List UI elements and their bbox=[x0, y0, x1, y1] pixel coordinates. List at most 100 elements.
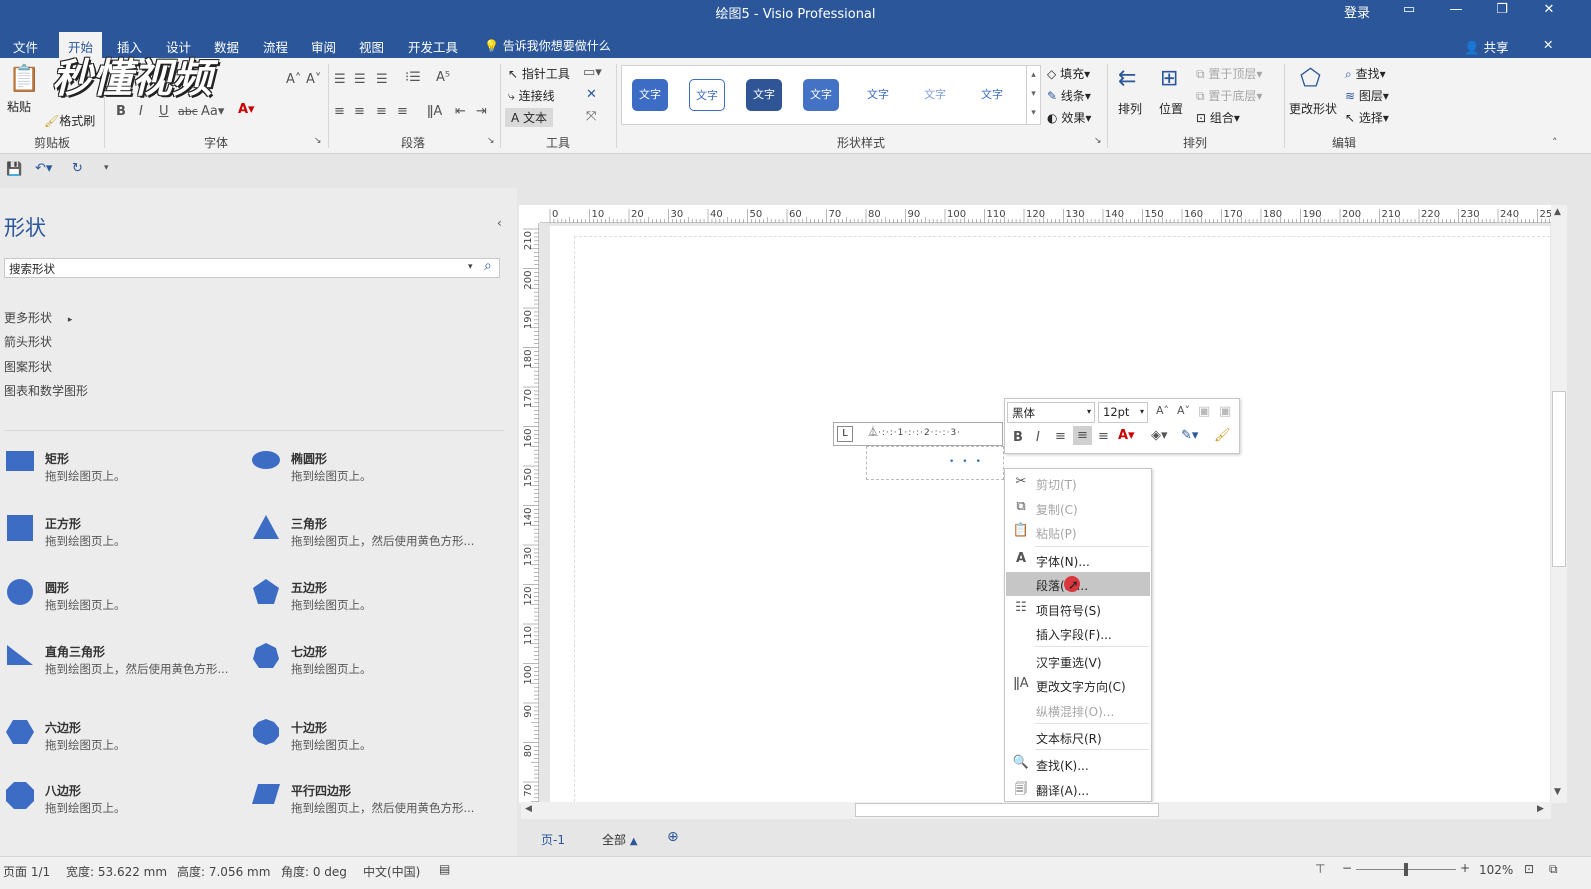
menu-item-bullets[interactable]: ☷ 项目符号(S) bbox=[1006, 597, 1150, 621]
scroll-right-icon[interactable]: ▶ bbox=[1537, 804, 1544, 814]
horizontal-scrollbar[interactable]: ◀ ▶ bbox=[521, 802, 1551, 819]
text-direction-icon[interactable]: ǁA bbox=[427, 104, 442, 119]
italic-icon[interactable]: I bbox=[139, 104, 143, 119]
font-color-icon[interactable]: A▾ bbox=[1118, 428, 1135, 443]
style-swatch-7[interactable]: 文字 bbox=[974, 79, 1010, 111]
collapse-panel-icon[interactable]: ‹ bbox=[497, 216, 502, 230]
strikethrough-icon[interactable]: abc bbox=[178, 105, 198, 118]
format-icon-2[interactable]: ▣ bbox=[1219, 404, 1231, 419]
text-grow-icon[interactable]: A⁵ bbox=[436, 70, 450, 85]
zoom-slider-thumb[interactable] bbox=[1404, 863, 1408, 876]
grow-font-icon[interactable]: A˄ bbox=[1156, 404, 1169, 417]
menu-item-find[interactable]: 🔍 查找(K)... bbox=[1006, 752, 1150, 776]
add-page-icon[interactable]: ⊕ bbox=[667, 829, 679, 845]
font-select[interactable]: 黑体 ▾ bbox=[1007, 402, 1095, 423]
menu-item-cut[interactable]: ✂ 剪切(T) bbox=[1006, 471, 1150, 495]
shape-item-right-triangle[interactable]: 直角三角形 拖到绘图页上，然后使用黄色方形... bbox=[4, 643, 244, 691]
pointer-tool-button[interactable]: ↖ 指针工具 bbox=[508, 65, 570, 82]
shape-item-parallelogram[interactable]: 平行四边形 拖到绘图页上，然后使用黄色方形... bbox=[250, 782, 490, 830]
justify-icon[interactable]: ≡ bbox=[397, 104, 408, 119]
customize-qat-icon[interactable]: ▾ bbox=[104, 163, 109, 173]
shape-item-rectangle[interactable]: 矩形 拖到绘图页上。 bbox=[4, 450, 244, 498]
fit-page-icon[interactable]: ⊡ bbox=[1524, 862, 1534, 876]
format-icon[interactable]: ▣ bbox=[1198, 404, 1210, 419]
shape-item-triangle[interactable]: 三角形 拖到绘图页上，然后使用黄色方形... bbox=[250, 515, 490, 563]
restore-icon[interactable]: ❐ bbox=[1487, 2, 1517, 17]
position-icon[interactable]: ⊞ bbox=[1160, 66, 1178, 91]
shape-styles-launcher-icon[interactable]: ↘ bbox=[1094, 136, 1102, 146]
scroll-up-icon[interactable]: ▲ bbox=[1554, 207, 1561, 217]
shrink-font-icon[interactable]: A˅ bbox=[306, 72, 321, 87]
shape-item-circle[interactable]: 圆形 拖到绘图页上。 bbox=[4, 579, 244, 627]
collapse-ribbon-icon[interactable]: ˄ bbox=[1552, 136, 1558, 149]
vertical-scrollbar[interactable]: ▲ ▼ bbox=[1551, 205, 1567, 803]
login-link[interactable]: 登录 bbox=[1342, 2, 1372, 21]
close-icon[interactable]: ✕ bbox=[1534, 2, 1564, 17]
style-swatch-5[interactable]: 文字 bbox=[860, 79, 896, 111]
status-language[interactable]: 中文(中国) bbox=[363, 863, 420, 880]
minimize-icon[interactable]: — bbox=[1441, 2, 1471, 17]
tab-stop-selector-icon[interactable]: L bbox=[837, 426, 853, 442]
selection-handles[interactable]: ••• bbox=[949, 457, 989, 467]
shape-item-ellipse[interactable]: 椭圆形 拖到绘图页上。 bbox=[250, 450, 490, 498]
search-shapes-input[interactable]: 搜索形状 bbox=[4, 258, 500, 278]
effect-button[interactable]: ◐ 效果▾ bbox=[1047, 109, 1091, 126]
shape-item-hexagon[interactable]: 六边形 拖到绘图页上。 bbox=[4, 719, 244, 767]
align-left-icon[interactable]: ≡ bbox=[1055, 429, 1066, 444]
menu-item-text-ruler[interactable]: 文本标尺(R) bbox=[1006, 725, 1150, 749]
align-bottom-icon[interactable]: ☰ bbox=[376, 72, 388, 87]
shrink-font-icon[interactable]: A˅ bbox=[1177, 404, 1190, 417]
shape-item-heptagon[interactable]: 七边形 拖到绘图页上。 bbox=[250, 643, 490, 691]
format-painter-icon[interactable]: 🖌 bbox=[1214, 428, 1231, 443]
fill-color-icon[interactable]: ◈▾ bbox=[1151, 428, 1168, 443]
menu-item-reconversion[interactable]: 汉字重选(V) bbox=[1006, 649, 1150, 673]
menu-item-paragraph[interactable]: 段落(P)... ➚ bbox=[1006, 572, 1150, 596]
shape-item-pentagon[interactable]: 五边形 拖到绘图页上。 bbox=[250, 579, 490, 627]
tab-developer[interactable]: 开发工具 bbox=[399, 34, 467, 58]
send-back-button[interactable]: ⧉ 置于底层▾ bbox=[1196, 87, 1262, 104]
shape-item-octagon[interactable]: 八边形 拖到绘图页上。 bbox=[4, 782, 244, 830]
shape-item-decagon[interactable]: 十边形 拖到绘图页上。 bbox=[250, 719, 490, 767]
menu-item-font[interactable]: A 字体(N)... bbox=[1006, 548, 1150, 572]
rectangle-tool-icon[interactable]: ▭▾ bbox=[583, 65, 602, 80]
more-shapes-item[interactable]: 更多形状 ▸ bbox=[4, 309, 72, 326]
underline-icon[interactable]: U bbox=[159, 104, 169, 119]
tab-review[interactable]: 审阅 bbox=[302, 34, 345, 58]
menu-item-insert-field[interactable]: 插入字段(F)... bbox=[1006, 621, 1150, 645]
connector-button[interactable]: ⤷ 连接线 bbox=[508, 87, 555, 104]
increase-indent-icon[interactable]: ⇥ bbox=[476, 104, 487, 119]
zoom-in-icon[interactable]: + bbox=[1460, 861, 1470, 875]
paste-button[interactable]: 粘贴 bbox=[7, 98, 31, 115]
text-tool-button[interactable]: A 文本 bbox=[505, 108, 554, 127]
scroll-left-icon[interactable]: ◀ bbox=[525, 804, 532, 814]
status-page[interactable]: 页面 1/1 bbox=[3, 863, 50, 880]
arrange-icon[interactable]: ⇇ bbox=[1118, 66, 1136, 91]
zoom-out-icon[interactable]: − bbox=[1342, 861, 1352, 875]
style-swatch-1[interactable]: 文字 bbox=[632, 79, 668, 111]
text-ruler[interactable]: L ⏅ ·:·:·1·:·:·2·:·:·3· bbox=[833, 422, 1003, 446]
close-tool-icon[interactable]: ✕ bbox=[586, 87, 597, 102]
search-icon[interactable]: ⌕ bbox=[484, 258, 492, 274]
line-button[interactable]: ✎ 线条▾ bbox=[1047, 87, 1091, 104]
select-button[interactable]: ↖ 选择▾ bbox=[1345, 109, 1389, 126]
menu-item-translate[interactable]: 🗐 翻译(A)... bbox=[1006, 777, 1150, 801]
tab-process[interactable]: 流程 bbox=[254, 34, 297, 58]
scroll-down-icon[interactable]: ▼ bbox=[1554, 787, 1561, 797]
change-shape-icon[interactable]: ⬠ bbox=[1300, 64, 1321, 92]
all-pages-button[interactable]: 全部 ▲ bbox=[602, 831, 638, 848]
text-edit-box[interactable]: ••• bbox=[866, 446, 1004, 480]
bullets-icon[interactable]: ⁝☰ bbox=[405, 70, 421, 85]
format-painter-button[interactable]: 🖌格式刷 bbox=[44, 112, 95, 129]
save-icon[interactable]: 💾 bbox=[6, 162, 22, 177]
paragraph-dialog-launcher-icon[interactable]: ↘ bbox=[487, 136, 495, 146]
align-middle-icon[interactable]: ☰ bbox=[354, 72, 366, 87]
font-dialog-launcher-icon[interactable]: ↘ bbox=[314, 136, 322, 146]
tab-view[interactable]: 视图 bbox=[350, 34, 393, 58]
menu-item-text-direction[interactable]: ǁA 更改文字方向(C) bbox=[1006, 673, 1150, 697]
font-color-icon[interactable]: A▾ bbox=[238, 102, 255, 117]
search-dropdown-icon[interactable]: ▾ bbox=[468, 262, 473, 272]
switch-windows-icon[interactable]: ⧉ bbox=[1549, 862, 1558, 877]
share-button[interactable]: 👤 共享 bbox=[1455, 34, 1518, 58]
macro-record-icon[interactable]: ▤ bbox=[439, 862, 450, 876]
gallery-scroll[interactable]: ▴ ▾ ▾ bbox=[1026, 66, 1040, 124]
